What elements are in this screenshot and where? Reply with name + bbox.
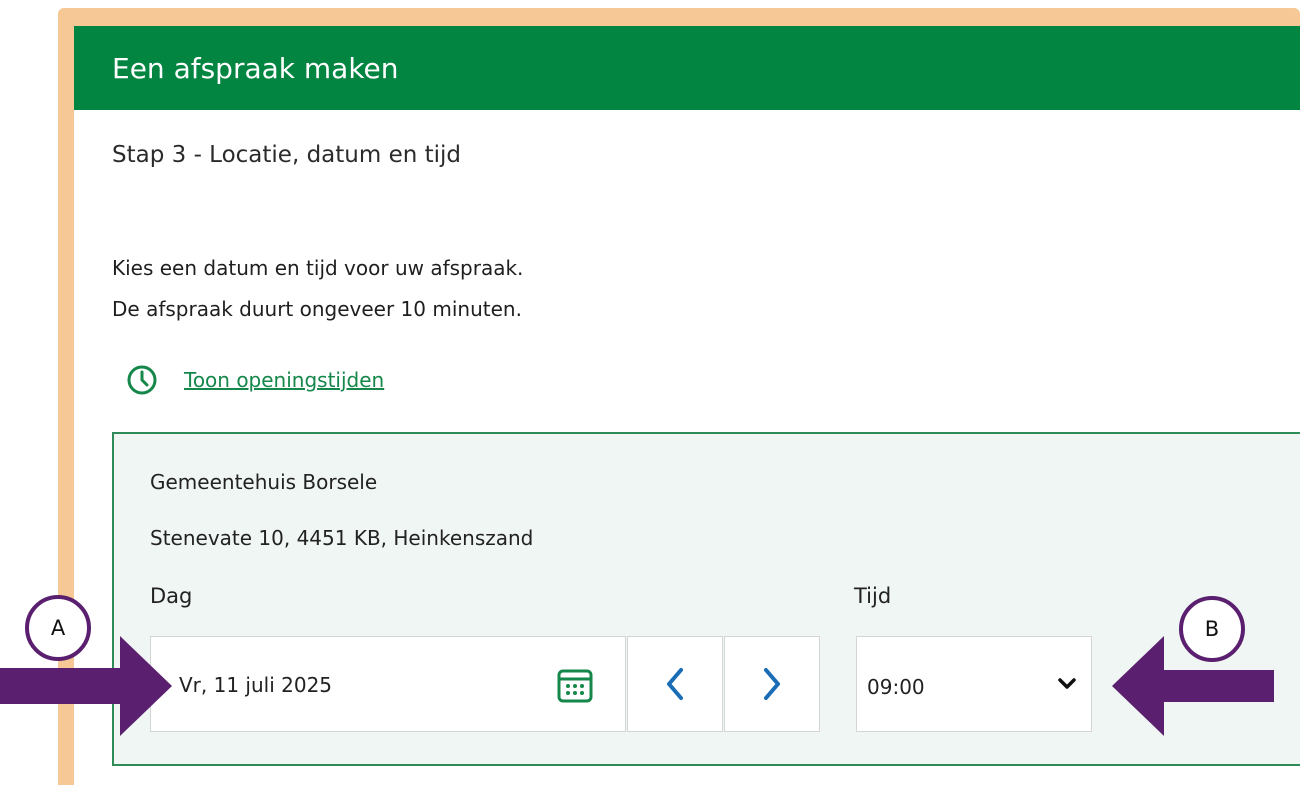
clock-icon	[127, 365, 157, 395]
calendar-icon[interactable]	[555, 665, 595, 705]
time-label: Tijd	[854, 584, 892, 608]
opening-hours-label[interactable]: Toon openingstijden	[184, 368, 384, 392]
chevron-down-icon	[1058, 678, 1076, 689]
day-label: Dag	[150, 584, 193, 608]
next-day-button[interactable]	[724, 636, 820, 732]
date-value[interactable]: Vr, 11 juli 2025	[179, 673, 332, 697]
time-select[interactable]: 09:00	[856, 636, 1092, 732]
chevron-left-icon	[667, 668, 683, 700]
location-address: Stenevate 10, 4451 KB, Heinkenszand	[150, 526, 534, 550]
opening-hours-link[interactable]: Toon openingstijden	[126, 364, 384, 396]
arrow-a-icon	[0, 636, 172, 736]
chevron-right-icon	[764, 668, 780, 700]
intro-text-1: Kies een datum en tijd voor uw afspraak.	[112, 256, 524, 280]
previous-day-button[interactable]	[627, 636, 723, 732]
annotation-marker-a: A	[25, 595, 91, 661]
time-value[interactable]: 09:00	[867, 675, 925, 699]
page-header: Een afspraak maken	[74, 26, 1300, 110]
step-title: Stap 3 - Locatie, datum en tijd	[112, 142, 462, 168]
page-title: Een afspraak maken	[112, 51, 399, 85]
date-field[interactable]: Vr, 11 juli 2025	[150, 636, 626, 732]
annotation-marker-b: B	[1179, 596, 1245, 662]
intro-text-2: De afspraak duurt ongeveer 10 minuten.	[112, 297, 522, 321]
location-name: Gemeentehuis Borsele	[150, 470, 378, 494]
